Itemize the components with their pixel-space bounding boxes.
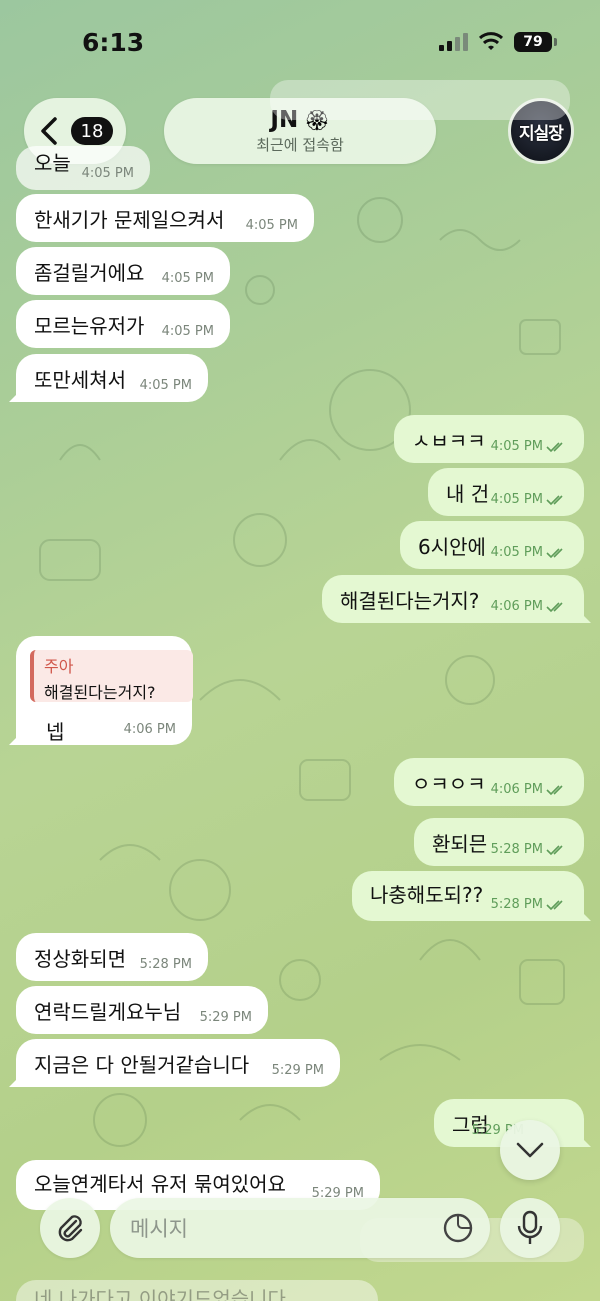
message-text: 나충해도되?? — [370, 882, 484, 907]
message-time: 4:05 PM — [81, 166, 134, 181]
faded-message — [270, 80, 570, 120]
chat-screen: 6:13 79 18 JN 🏵 최근에 접속함 지실장 오늘 4:05 PM 한… — [0, 0, 600, 1301]
message-time: 5:29 PM — [271, 1063, 324, 1078]
read-ticks-icon — [546, 601, 563, 612]
message-bubble-in[interactable]: 오늘 4:05 PM — [16, 146, 150, 190]
message-bubble-in[interactable]: 정상화되면 5:28 PM — [16, 933, 208, 981]
read-ticks-icon — [546, 784, 563, 795]
status-icons: 79 — [439, 32, 557, 52]
message-time: 5:28 PM — [490, 897, 543, 912]
message-meta: 5:28 PM — [491, 897, 568, 912]
message-text: 좀걸릴거에요 — [34, 260, 145, 285]
status-time: 6:13 — [82, 28, 145, 57]
read-ticks-icon — [546, 494, 563, 505]
message-meta: 4:05 PM — [491, 439, 568, 454]
message-time: 5:28 PM — [139, 957, 192, 972]
message-meta: 5:28 PM — [491, 842, 568, 857]
message-time: 4:05 PM — [490, 492, 543, 507]
message-time: 4:05 PM — [139, 378, 192, 393]
message-bubble-in[interactable]: 연락드릴게요누님 5:29 PM — [16, 986, 268, 1034]
message-bubble-out[interactable]: 나충해도되?? 5:28 PM — [352, 871, 584, 921]
message-bubble-out[interactable]: 내 건 4:05 PM — [428, 468, 584, 516]
message-time: 4:05 PM — [161, 324, 214, 339]
message-bubble-out[interactable]: 6시안에 4:05 PM — [400, 521, 584, 569]
message-time: 4:06 PM — [490, 599, 543, 614]
scroll-to-bottom-button[interactable] — [500, 1120, 560, 1180]
message-time: 4:05 PM — [490, 545, 543, 560]
message-time: 4:06 PM — [123, 722, 176, 737]
message-text: ㅇㅋㅇㅋ — [412, 771, 486, 796]
battery-indicator: 79 — [514, 32, 557, 52]
attach-button[interactable] — [40, 1198, 100, 1258]
cellular-signal-icon — [439, 33, 468, 51]
quoted-message[interactable]: 주아 해결된다는거지? — [30, 650, 193, 702]
chevron-left-icon — [41, 117, 57, 145]
message-text: 연락드릴게요누님 — [34, 999, 182, 1024]
read-ticks-icon — [546, 547, 563, 558]
message-time: 4:06 PM — [490, 782, 543, 797]
message-bubble-in[interactable]: 한새기가 문제일으켜서 4:05 PM — [16, 194, 314, 242]
message-time: 4:05 PM — [490, 439, 543, 454]
read-ticks-icon — [546, 844, 563, 855]
message-bubble-in[interactable]: 지금은 다 안될거같습니다 5:29 PM — [16, 1039, 340, 1087]
message-input[interactable] — [128, 1198, 432, 1260]
message-text: 또만세쳐서 — [34, 367, 126, 392]
message-meta: 4:05 PM — [491, 545, 568, 560]
message-text: 네 나가다고 이야기드었습니다 — [34, 1286, 286, 1301]
read-ticks-icon — [546, 441, 563, 452]
message-text: 정상화되면 — [34, 946, 126, 971]
message-text: 지금은 다 안될거같습니다 — [34, 1052, 250, 1077]
microphone-icon — [517, 1210, 543, 1244]
message-time: 5:28 PM — [490, 842, 543, 857]
message-bubble-in[interactable]: 모르는유저가 4:05 PM — [16, 300, 230, 348]
sticker-icon[interactable] — [442, 1212, 474, 1244]
message-time: 5:29 PM — [199, 1010, 252, 1025]
wifi-icon — [478, 32, 504, 50]
message-text: 한새기가 문제일으켜서 — [34, 207, 225, 232]
message-text: 오늘 — [34, 150, 71, 175]
message-text: 오늘연계타서 유저 묶여있어요 — [34, 1171, 286, 1196]
message-time: 4:05 PM — [161, 271, 214, 286]
quoted-author: 주아 — [44, 657, 74, 676]
message-bubble-out[interactable]: ㅇㅋㅇㅋ 4:06 PM — [394, 758, 584, 806]
paperclip-icon — [58, 1215, 83, 1242]
reply-message-bubble[interactable]: 주아 해결된다는거지? 넵 4:06 PM — [16, 636, 193, 745]
unread-count-badge: 18 — [71, 117, 113, 145]
message-text: 해결된다는거지? — [340, 588, 480, 613]
chevron-down-icon — [516, 1142, 544, 1158]
avatar-text: 지실장 — [519, 123, 564, 144]
message-text: 6시안에 — [418, 534, 486, 559]
message-bubble-in[interactable]: 또만세쳐서 4:05 PM — [16, 354, 208, 402]
message-input-container[interactable] — [110, 1198, 490, 1260]
message-text: 모르는유저가 — [34, 313, 145, 338]
last-seen-status: 최근에 접속함 — [256, 136, 344, 154]
read-ticks-icon — [546, 899, 563, 910]
message-text: 내 건 — [446, 481, 490, 506]
message-bubble-out[interactable]: 환되믄 5:28 PM — [414, 818, 584, 866]
message-bubble-out[interactable]: 해결된다는거지? 4:06 PM — [322, 575, 584, 623]
message-meta: 4:05 PM — [491, 492, 568, 507]
message-text: 환되믄 — [432, 831, 488, 856]
message-bubble-in[interactable]: 좀걸릴거에요 4:05 PM — [16, 247, 230, 295]
message-meta: 4:06 PM — [491, 782, 568, 797]
message-text: 넵 — [46, 720, 65, 744]
faded-message-bubble: 네 나가다고 이야기드었습니다 — [16, 1280, 378, 1301]
message-text: ㅅㅂㅋㅋ — [412, 428, 486, 453]
microphone-button[interactable] — [500, 1198, 560, 1258]
message-time: 4:05 PM — [245, 218, 298, 233]
message-meta: 4:06 PM — [491, 599, 568, 614]
quoted-text: 해결된다는거지? — [44, 683, 156, 702]
message-bubble-out[interactable]: ㅅㅂㅋㅋ 4:05 PM — [394, 415, 584, 463]
